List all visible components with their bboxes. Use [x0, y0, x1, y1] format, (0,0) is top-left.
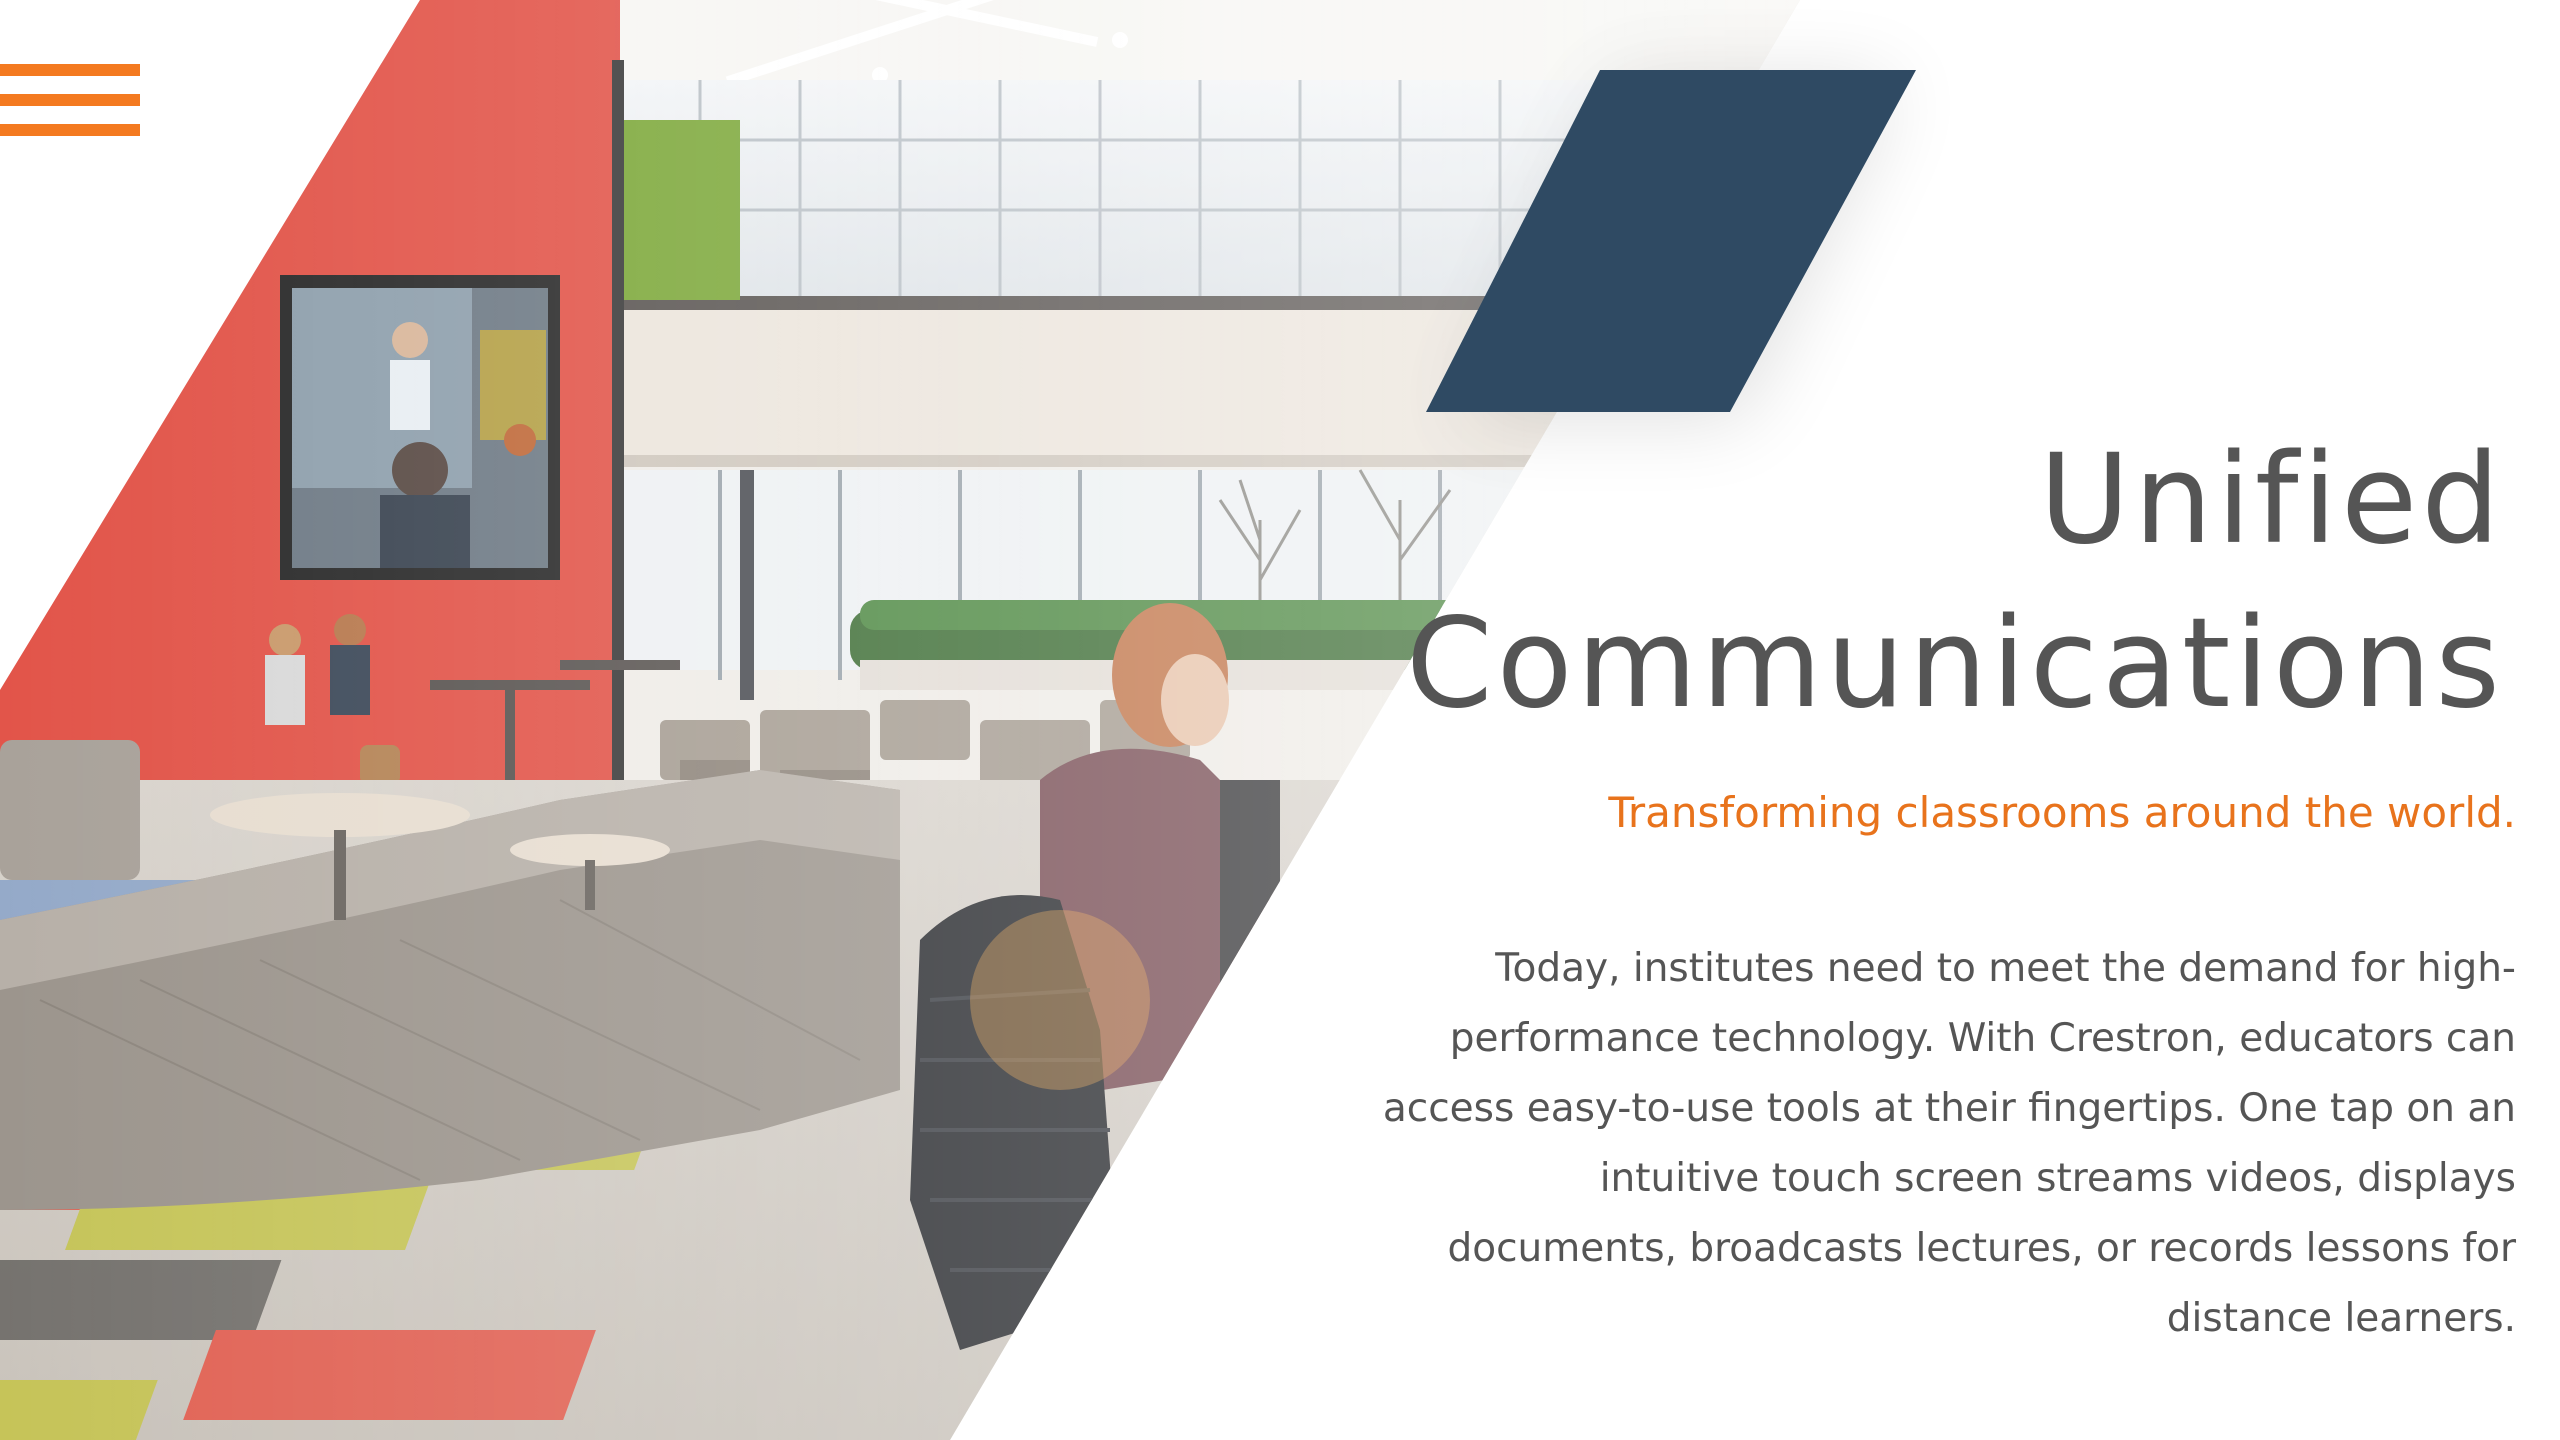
body-paragraph: Today, institutes need to meet the deman… [1196, 934, 2516, 1354]
body-line: Today, institutes need to meet the deman… [1495, 946, 2516, 991]
title-line-2: Communications [1406, 592, 2504, 736]
body-line: distance learners. [2166, 1296, 2516, 1341]
page-title: Unified Communications [1204, 418, 2504, 746]
title-line-1: Unified [2039, 428, 2504, 572]
menu-bar [0, 64, 140, 76]
body-line: performance technology. With Crestron, e… [1449, 1016, 2516, 1061]
body-line: intuitive touch screen streams videos, d… [1599, 1156, 2516, 1201]
hamburger-menu-icon[interactable] [0, 64, 140, 140]
body-line: documents, broadcasts lectures, or recor… [1447, 1226, 2516, 1271]
menu-bar [0, 94, 140, 106]
page: Unified Communications Transforming clas… [0, 0, 2560, 1440]
subtitle: Transforming classrooms around the world… [1608, 788, 2516, 837]
menu-bar [0, 124, 140, 136]
body-line: access easy-to-use tools at their finger… [1382, 1086, 2516, 1131]
